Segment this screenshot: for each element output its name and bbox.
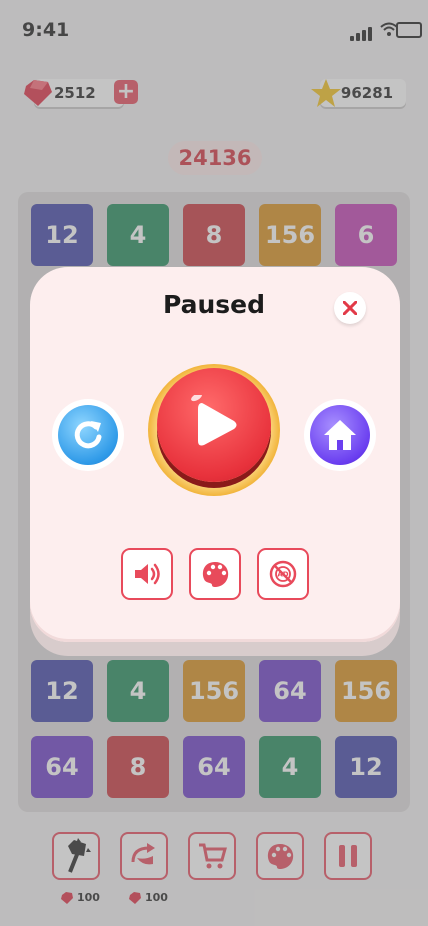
theme-settings-button[interactable]	[189, 548, 241, 600]
palette-icon	[202, 562, 229, 587]
restart-icon	[74, 421, 102, 449]
resume-button[interactable]	[157, 368, 271, 482]
speaker-icon	[135, 563, 160, 585]
restart-button[interactable]	[52, 399, 124, 471]
close-icon	[343, 301, 357, 315]
remove-ads-button[interactable]: AD	[257, 548, 309, 600]
close-button[interactable]	[334, 292, 366, 324]
home-button[interactable]	[304, 399, 376, 471]
no-ads-icon: AD	[269, 560, 297, 588]
home-icon	[324, 420, 356, 450]
play-icon	[191, 395, 237, 446]
sound-toggle-button[interactable]	[121, 548, 173, 600]
